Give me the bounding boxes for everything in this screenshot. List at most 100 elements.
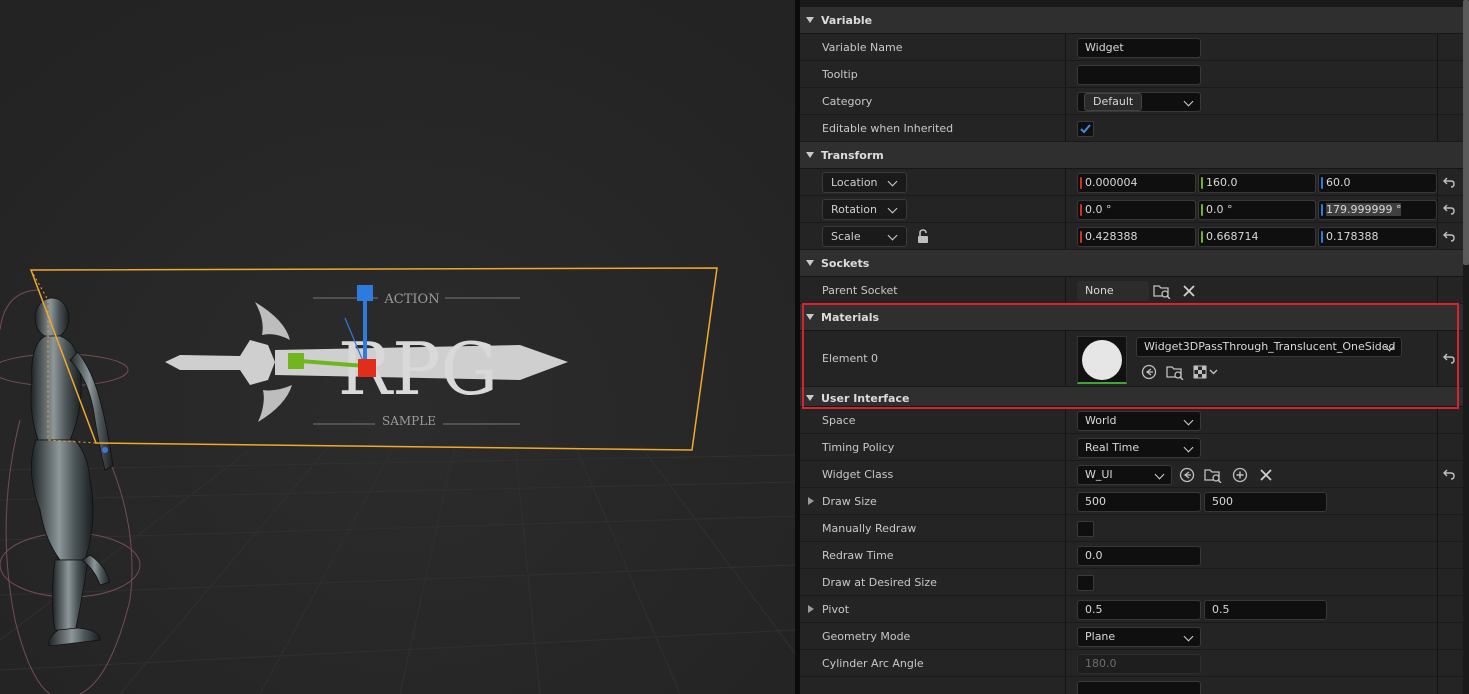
expand-arrow-icon[interactable] — [808, 605, 814, 613]
draw-at-desired-size-checkbox[interactable] — [1077, 575, 1094, 591]
property-variable-name: Variable Name Widget — [800, 34, 1463, 61]
property-label: Tooltip — [822, 68, 858, 81]
gizmo-y-handle[interactable] — [288, 353, 304, 369]
rotation-x-input[interactable]: 0.0 ° — [1077, 200, 1196, 220]
add-class-button[interactable] — [1231, 466, 1249, 484]
use-selected-arrow-icon — [1141, 364, 1157, 380]
browse-socket-button[interactable] — [1153, 282, 1171, 300]
collapse-arrow-icon[interactable] — [806, 260, 814, 266]
reset-arrow-icon[interactable] — [1442, 468, 1456, 481]
material-options-button[interactable] — [1192, 363, 1222, 381]
scrollbar-track[interactable] — [1463, 0, 1469, 694]
reset-arrow-icon[interactable] — [1442, 203, 1456, 216]
category-title: Variable — [821, 13, 873, 27]
location-label: Location — [831, 176, 878, 189]
category-user-interface[interactable]: User Interface — [800, 387, 1463, 407]
chevron-down-icon — [1183, 442, 1194, 453]
chevron-down-icon — [887, 230, 898, 241]
category-transform[interactable]: Transform — [800, 142, 1463, 169]
property-pivot: Pivot 0.5 0.5 — [800, 596, 1463, 623]
scale-mode-dropdown[interactable]: Scale — [822, 226, 907, 247]
viewport-scene[interactable]: ACTION RPG SAMPLE — [0, 0, 795, 694]
timing-policy-value: Real Time — [1085, 441, 1140, 454]
material-thumbnail[interactable] — [1077, 336, 1127, 384]
logo-top-text: ACTION — [383, 292, 439, 307]
property-category: Category Default — [800, 88, 1463, 115]
folder-search-icon — [1153, 285, 1171, 299]
property-label: Draw at Desired Size — [822, 576, 937, 589]
checkmark-icon — [1080, 124, 1091, 134]
category-sockets[interactable]: Sockets — [800, 250, 1463, 277]
category-title: Materials — [821, 310, 880, 324]
scale-z-input[interactable]: 0.178388 — [1318, 227, 1437, 247]
property-label: Manually Redraw — [822, 522, 917, 535]
tooltip-input[interactable] — [1077, 65, 1201, 85]
use-selected-class-button[interactable] — [1178, 466, 1196, 484]
scale-x-input[interactable]: 0.428388 — [1077, 227, 1196, 247]
next-row-input[interactable] — [1077, 681, 1201, 694]
plus-circle-icon — [1232, 467, 1248, 483]
manually-redraw-checkbox[interactable] — [1077, 521, 1094, 537]
variable-name-input[interactable]: Widget — [1077, 38, 1201, 58]
chevron-down-icon — [1183, 415, 1194, 426]
gizmo-x-handle[interactable] — [358, 359, 376, 377]
collapse-arrow-icon[interactable] — [806, 17, 814, 23]
category-materials[interactable]: Materials — [800, 304, 1463, 331]
details-panel: Variable Variable Name Widget Tooltip Ca… — [800, 0, 1469, 694]
location-x-input[interactable]: 0.000004 — [1077, 173, 1196, 193]
rotation-mode-dropdown[interactable]: Rotation — [822, 199, 907, 220]
scrollbar-thumb[interactable] — [1463, 0, 1469, 265]
property-next-row — [800, 677, 1463, 694]
parent-socket-value[interactable]: None — [1077, 281, 1149, 301]
reset-arrow-icon[interactable] — [1442, 176, 1456, 189]
folder-search-icon — [1204, 469, 1222, 483]
material-sphere-preview — [1082, 340, 1122, 380]
property-space: Space World — [800, 407, 1463, 434]
property-widget-class: Widget Class W_UI — [800, 461, 1463, 488]
material-dropdown[interactable]: Widget3DPassThrough_Translucent_OneSided — [1136, 337, 1402, 357]
draw-size-y-input[interactable]: 500 — [1204, 492, 1327, 512]
geometry-mode-dropdown[interactable]: Plane — [1077, 627, 1201, 647]
widget-class-dropdown[interactable]: W_UI — [1077, 465, 1172, 485]
checker-chevron-icon — [1193, 365, 1218, 379]
property-label: Draw Size — [822, 495, 877, 508]
space-value: World — [1085, 414, 1117, 427]
clear-class-button[interactable] — [1257, 466, 1275, 484]
widget-class-value: W_UI — [1085, 468, 1113, 481]
collapse-arrow-icon[interactable] — [806, 314, 814, 320]
use-selected-button[interactable] — [1140, 363, 1158, 381]
browse-material-button[interactable] — [1166, 363, 1184, 381]
level-viewport[interactable]: ACTION RPG SAMPLE — [0, 0, 795, 694]
browse-class-button[interactable] — [1204, 466, 1222, 484]
property-label: Pivot — [822, 603, 850, 616]
editable-checkbox[interactable] — [1077, 121, 1094, 137]
reset-arrow-icon[interactable] — [1442, 230, 1456, 243]
redraw-time-input[interactable]: 0.0 — [1077, 546, 1201, 566]
property-label: Redraw Time — [822, 549, 894, 562]
gizmo-z-handle[interactable] — [357, 285, 373, 301]
location-y-input[interactable]: 160.0 — [1198, 173, 1316, 193]
rotation-z-input[interactable]: 179.999999 ° — [1318, 200, 1437, 220]
draw-size-x-input[interactable]: 500 — [1077, 492, 1201, 512]
category-title: Sockets — [821, 256, 870, 270]
rotation-y-input[interactable]: 0.0 ° — [1198, 200, 1316, 220]
pivot-y-input[interactable]: 0.5 — [1204, 600, 1327, 620]
property-redraw-time: Redraw Time 0.0 — [800, 542, 1463, 569]
lock-icon[interactable] — [915, 228, 931, 244]
collapse-arrow-icon[interactable] — [806, 395, 814, 401]
timing-policy-dropdown[interactable]: Real Time — [1077, 438, 1201, 458]
location-mode-dropdown[interactable]: Location — [822, 172, 907, 193]
scale-y-input[interactable]: 0.668714 — [1198, 227, 1316, 247]
space-dropdown[interactable]: World — [1077, 411, 1201, 431]
category-dropdown[interactable]: Default — [1077, 92, 1201, 112]
geometry-mode-value: Plane — [1085, 630, 1116, 643]
pivot-x-input[interactable]: 0.5 — [1077, 600, 1201, 620]
reset-arrow-icon[interactable] — [1442, 352, 1456, 365]
property-geometry-mode: Geometry Mode Plane — [800, 623, 1463, 650]
collapse-arrow-icon[interactable] — [806, 152, 814, 158]
location-z-input[interactable]: 60.0 — [1318, 173, 1437, 193]
clear-socket-button[interactable] — [1180, 282, 1198, 300]
category-variable[interactable]: Variable — [800, 7, 1463, 34]
property-label: Category — [822, 95, 873, 108]
expand-arrow-icon[interactable] — [808, 497, 814, 505]
